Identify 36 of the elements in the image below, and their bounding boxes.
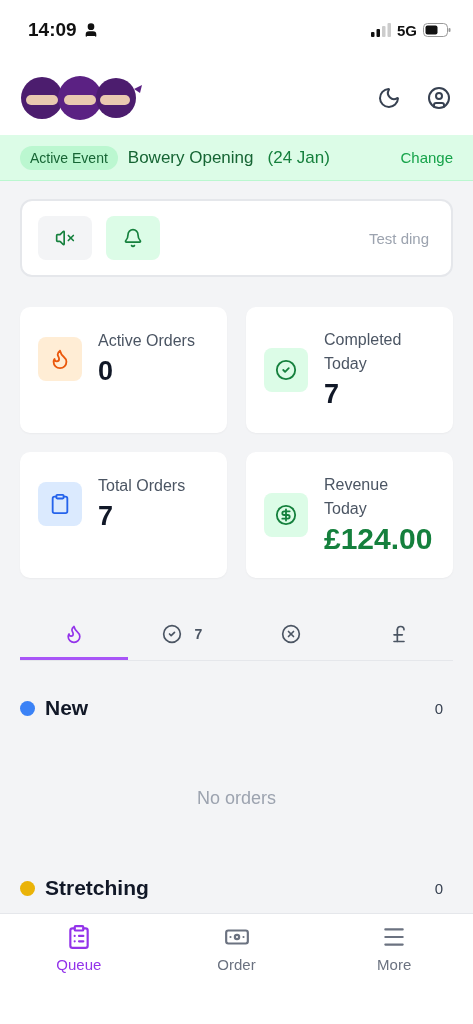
nav-item[interactable]: Order bbox=[157, 914, 316, 974]
status-time: 14:09 bbox=[28, 19, 77, 41]
stat-label: Revenue Today bbox=[324, 475, 390, 519]
mute-icon bbox=[55, 228, 75, 248]
nav-item[interactable]: Queue bbox=[0, 914, 158, 974]
logo-icon bbox=[20, 74, 144, 121]
stat-value: 0 bbox=[98, 355, 115, 388]
section-count: 0 bbox=[434, 879, 443, 897]
flame-icon bbox=[38, 337, 82, 381]
section-title: Stretching bbox=[45, 876, 149, 900]
bell-button[interactable] bbox=[106, 216, 160, 260]
stat-value: 7 bbox=[324, 378, 341, 411]
stat-label: Completed Today bbox=[324, 330, 403, 374]
stat-label: Total Orders bbox=[98, 476, 186, 496]
event-name: Bowery Opening bbox=[127, 147, 254, 168]
section-count: 0 bbox=[434, 699, 443, 717]
event-badge: Active Event bbox=[20, 145, 118, 170]
moon-icon[interactable] bbox=[377, 85, 401, 110]
event-date: (24 Jan) bbox=[267, 147, 330, 168]
empty-message: No orders bbox=[197, 787, 276, 809]
bell-icon bbox=[123, 228, 143, 248]
battery-icon bbox=[423, 23, 451, 37]
mute-button[interactable] bbox=[38, 216, 92, 260]
profile-icon[interactable] bbox=[427, 85, 451, 110]
clipboard-icon bbox=[38, 482, 82, 526]
filter-tab[interactable]: 7 bbox=[128, 610, 237, 660]
nav-item[interactable]: More bbox=[315, 914, 473, 974]
section-title: New bbox=[45, 696, 89, 720]
signal-icon bbox=[371, 23, 391, 37]
stat-label: Active Orders bbox=[98, 331, 195, 351]
x-circle-icon bbox=[280, 623, 301, 644]
network-label: 5G bbox=[397, 21, 417, 39]
change-link[interactable]: Change bbox=[400, 149, 453, 166]
stat-value: 7 bbox=[98, 500, 115, 533]
stat-value: £124.00 bbox=[324, 521, 433, 557]
check-circle-icon bbox=[162, 623, 183, 644]
